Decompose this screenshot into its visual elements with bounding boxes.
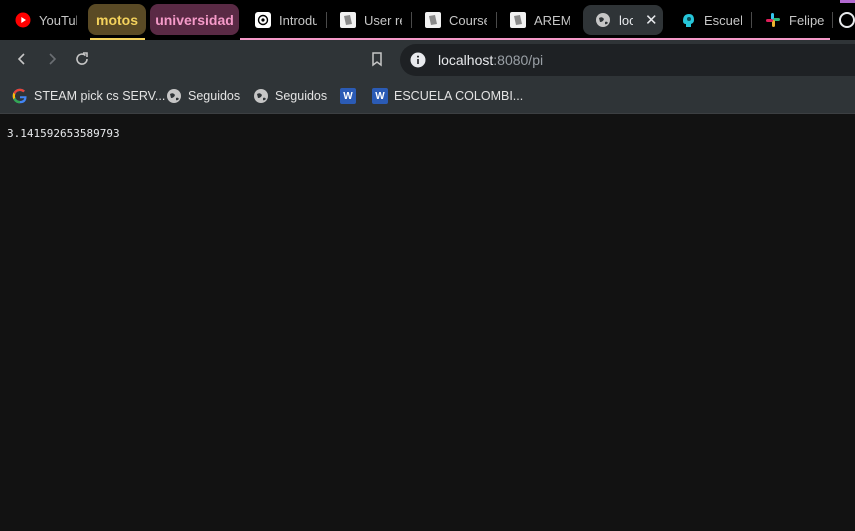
document-icon — [425, 12, 441, 28]
page-content: 3.141592653589793 — [0, 114, 855, 531]
forward-button[interactable] — [42, 49, 62, 69]
tab-youtube[interactable]: YouTube — [15, 5, 77, 35]
head-icon — [680, 12, 696, 28]
url-text[interactable]: localhost:8080/pi — [438, 52, 543, 68]
url-path: :8080/pi — [493, 52, 544, 68]
site-info-icon[interactable] — [410, 52, 426, 68]
back-button[interactable] — [12, 49, 32, 69]
bookmark-word[interactable]: W — [340, 87, 362, 105]
tab-group-motos[interactable]: motos — [88, 4, 146, 35]
slack-icon — [765, 12, 781, 28]
tab-label: Escuela — [704, 12, 742, 28]
tab-label: Introdu — [279, 12, 317, 28]
tab-strip: YouTube motos universidad Introdu User r… — [0, 0, 855, 40]
partial-tab-icon[interactable] — [839, 12, 855, 28]
bookmark-seguidos-2[interactable]: Seguidos — [253, 87, 327, 105]
tab-separator — [326, 12, 327, 28]
bookmarks-bar: STEAM pick cs SERV... Seguidos Seguidos … — [0, 79, 855, 114]
bookmark-label: STEAM pick cs SERV... — [34, 89, 166, 103]
bookmark-label: ESCUELA COLOMBI... — [394, 89, 524, 103]
bookmark-escuela-colombiana[interactable]: W ESCUELA COLOMBI... — [372, 87, 523, 105]
tab-group-universidad[interactable]: universidad — [150, 4, 239, 35]
bookmark-steam[interactable]: STEAM pick cs SERV... — [12, 87, 165, 105]
address-bar[interactable]: localhost:8080/pi — [400, 44, 855, 76]
youtube-icon — [15, 12, 31, 28]
tab-course[interactable]: Course — [425, 5, 487, 35]
word-icon: W — [372, 88, 388, 104]
document-icon — [340, 12, 356, 28]
chatgpt-icon — [255, 12, 271, 28]
word-icon: W — [340, 88, 356, 104]
globe-icon — [166, 88, 182, 104]
tab-user[interactable]: User re — [340, 5, 402, 35]
tab-felipe[interactable]: Felipe — [765, 5, 825, 35]
tab-label: AREMs — [534, 12, 570, 28]
bookmark-label: Seguidos — [275, 89, 328, 103]
close-tab-icon[interactable]: ✕ — [645, 11, 658, 29]
tab-escuela[interactable]: Escuela — [680, 5, 742, 35]
globe-icon — [595, 12, 611, 28]
tab-separator — [411, 12, 412, 28]
tab-label: YouTube — [39, 12, 77, 28]
toolbar: localhost:8080/pi — [0, 40, 855, 79]
url-host: localhost — [438, 52, 494, 68]
tab-label: User re — [364, 12, 402, 28]
tab-separator — [832, 12, 833, 28]
tab-intro[interactable]: Introdu — [255, 5, 317, 35]
tab-active-localhost[interactable]: loc ✕ — [583, 5, 663, 35]
tab-label: Course — [449, 12, 487, 28]
bookmark-star-button[interactable] — [367, 49, 387, 69]
tab-separator — [751, 12, 752, 28]
bookmark-label: Seguidos — [188, 89, 241, 103]
tab-separator — [496, 12, 497, 28]
google-icon — [12, 88, 28, 104]
tab-arems[interactable]: AREMs — [510, 5, 570, 35]
document-icon — [510, 12, 526, 28]
tab-group-indicator — [840, 0, 855, 3]
reload-button[interactable] — [72, 49, 92, 69]
tab-label: loc — [619, 12, 633, 28]
tab-label: Felipe — [789, 12, 825, 28]
pi-value-text: 3.141592653589793 — [7, 127, 120, 140]
bookmark-seguidos-1[interactable]: Seguidos — [166, 87, 240, 105]
globe-icon — [253, 88, 269, 104]
